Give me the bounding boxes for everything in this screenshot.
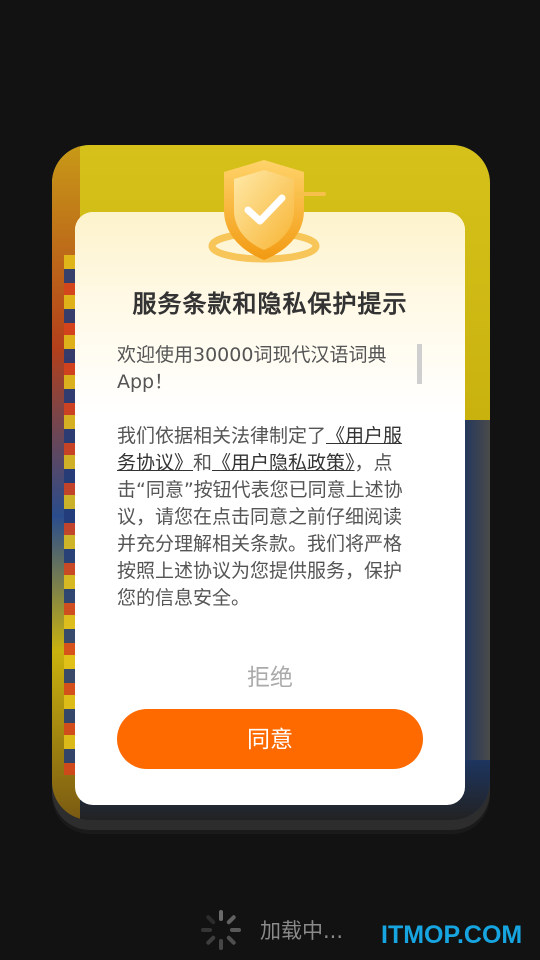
agree-button[interactable]: 同意	[117, 709, 423, 769]
agreement-paragraph: 我们依据相关法律制定了《用户服务协议》和《用户隐私政策》，点击“同意”按钮代表您…	[117, 423, 417, 612]
loading-spinner-icon	[201, 910, 241, 950]
body-suffix: ，点击“同意”按钮代表您已同意上述协议，请您在点击同意之前仔细阅读并充分理解相关…	[117, 452, 403, 609]
privacy-dialog: 服务条款和隐私保护提示 欢迎使用30000词现代汉语词典App！ 我们依据相关法…	[75, 212, 465, 805]
dialog-title: 服务条款和隐私保护提示	[132, 290, 408, 318]
loading-indicator: 加载中...	[200, 908, 343, 952]
body-prefix: 我们依据相关法律制定了	[117, 425, 327, 447]
dialog-content[interactable]: 欢迎使用30000词现代汉语词典App！ 我们依据相关法律制定了《用户服务协议》…	[117, 342, 417, 632]
and-text: 和	[193, 452, 213, 474]
content-scrollbar[interactable]	[417, 344, 422, 384]
loading-text: 加载中...	[260, 919, 344, 943]
reject-button[interactable]: 拒绝	[75, 658, 465, 692]
privacy-policy-link[interactable]: 《用户隐私政策》	[212, 452, 355, 474]
welcome-text: 欢迎使用30000词现代汉语词典App！	[117, 344, 387, 393]
shield-check-icon	[208, 160, 326, 263]
watermark-logo: ITMOP.COM	[381, 921, 523, 949]
